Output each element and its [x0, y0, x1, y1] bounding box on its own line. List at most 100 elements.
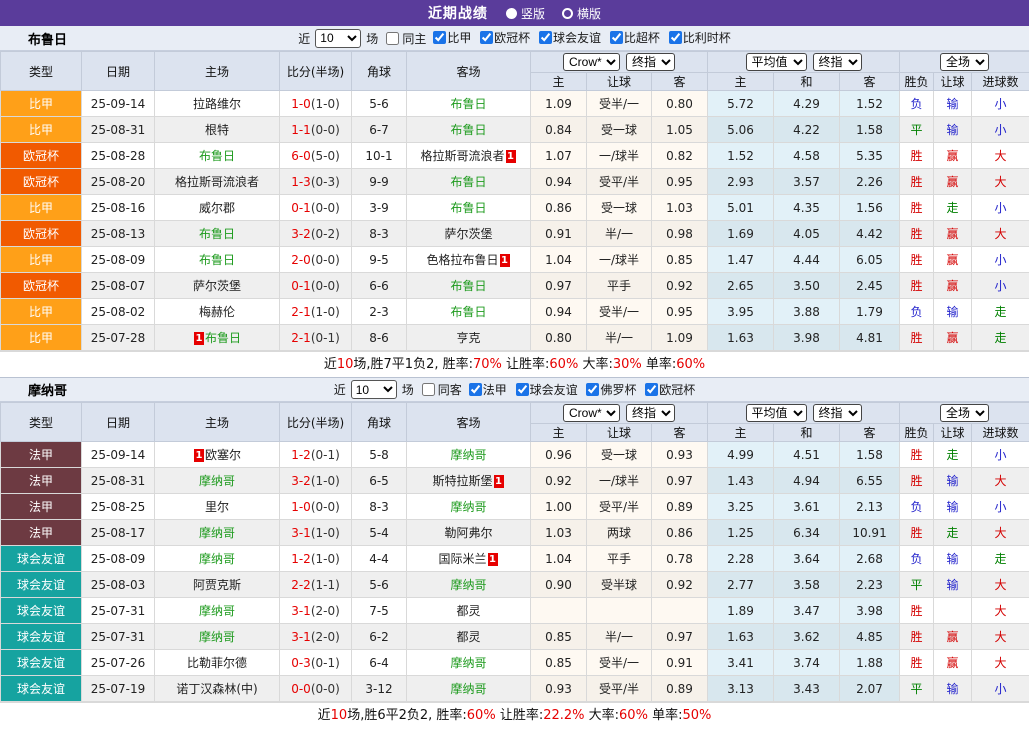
home-team-link[interactable]: 摩纳哥 [199, 552, 235, 566]
score-cell[interactable]: 2-1(0-1) [280, 325, 352, 351]
home-team-link[interactable]: 布鲁日 [205, 331, 241, 345]
score-cell[interactable]: 0-1(0-0) [280, 273, 352, 299]
league-filter-checkbox[interactable]: 法甲 [464, 381, 507, 398]
score-cell[interactable]: 1-0(0-0) [280, 494, 352, 520]
score-cell[interactable]: 3-2(1-0) [280, 468, 352, 494]
league-filter-checkbox[interactable]: 球会友谊 [511, 381, 578, 398]
league-filter-checkbox[interactable]: 比甲 [428, 29, 471, 46]
away-team-link[interactable]: 摩纳哥 [450, 656, 486, 670]
checkbox-input[interactable] [433, 31, 446, 44]
away-team-link[interactable]: 布鲁日 [450, 123, 486, 137]
checkbox-input[interactable] [516, 383, 529, 396]
away-team-link[interactable]: 萨尔茨堡 [444, 227, 492, 241]
away-team-link[interactable]: 都灵 [456, 630, 480, 644]
away-team-link[interactable]: 布鲁日 [450, 305, 486, 319]
avg-draw-cell: 3.50 [774, 273, 840, 299]
home-team-link[interactable]: 拉路维尔 [193, 97, 241, 111]
checkbox-input[interactable] [645, 383, 658, 396]
away-team-link[interactable]: 国际米兰 [438, 552, 486, 566]
home-team-link[interactable]: 摩纳哥 [199, 630, 235, 644]
score-cell[interactable]: 1-2(1-0) [280, 546, 352, 572]
away-team-link[interactable]: 布鲁日 [450, 201, 486, 215]
away-team-link[interactable]: 布鲁日 [450, 175, 486, 189]
layout-radio-option[interactable]: 横版 [562, 5, 601, 22]
checkbox-input[interactable] [586, 383, 599, 396]
scope-select[interactable]: 全场 [940, 404, 989, 422]
home-team-link[interactable]: 布鲁日 [199, 149, 235, 163]
away-team-link[interactable]: 布鲁日 [450, 279, 486, 293]
checkbox-input[interactable] [610, 31, 623, 44]
home-team-link[interactable]: 摩纳哥 [199, 526, 235, 540]
away-team-link[interactable]: 摩纳哥 [450, 500, 486, 514]
same-venue-checkbox[interactable]: 同主 [380, 30, 426, 47]
score-cell[interactable]: 1-0(1-0) [280, 91, 352, 117]
score-cell[interactable]: 2-2(1-1) [280, 572, 352, 598]
score-cell[interactable]: 3-1(2-0) [280, 624, 352, 650]
avg-select[interactable]: 平均值 [746, 404, 807, 422]
checkbox-label: 欧冠杯 [659, 381, 695, 398]
away-team-link[interactable]: 色格拉布鲁日 [426, 253, 498, 267]
home-team-link[interactable]: 根特 [205, 123, 229, 137]
score-cell[interactable]: 2-1(1-0) [280, 299, 352, 325]
scope-select[interactable]: 全场 [940, 53, 989, 71]
avg-draw-cell: 3.62 [774, 624, 840, 650]
away-team-link[interactable]: 勒阿弗尔 [444, 526, 492, 540]
away-team-link[interactable]: 亨克 [456, 331, 480, 345]
away-team-link[interactable]: 斯特拉斯堡 [432, 474, 492, 488]
odds-company-select[interactable]: Crow* [563, 53, 620, 71]
summary-segment: 单率: [648, 708, 683, 723]
home-team-link[interactable]: 阿贾克斯 [193, 578, 241, 592]
score-cell[interactable]: 3-1(2-0) [280, 598, 352, 624]
games-count-select[interactable]: 10 [315, 29, 361, 48]
score-cell[interactable]: 0-0(0-0) [280, 676, 352, 702]
league-filter-checkbox[interactable]: 佛罗杯 [581, 381, 636, 398]
league-filter-checkbox[interactable]: 比超杯 [605, 29, 660, 46]
away-team-link[interactable]: 摩纳哥 [450, 682, 486, 696]
league-filter-checkbox[interactable]: 欧冠杯 [640, 381, 695, 398]
score-cell[interactable]: 0-3(0-1) [280, 650, 352, 676]
same-venue-checkbox[interactable]: 同客 [416, 381, 462, 398]
avg-final-select[interactable]: 终指 [813, 53, 862, 71]
avg-final-select[interactable]: 终指 [813, 404, 862, 422]
home-team-link[interactable]: 布鲁日 [199, 253, 235, 267]
away-team-link[interactable]: 摩纳哥 [450, 578, 486, 592]
score-cell[interactable]: 3-1(1-0) [280, 520, 352, 546]
odds-final-select[interactable]: 终指 [626, 404, 675, 422]
checkbox-input[interactable] [386, 32, 399, 45]
league-filter-checkbox[interactable]: 球会友谊 [534, 29, 601, 46]
score-cell[interactable]: 1-3(0-3) [280, 169, 352, 195]
avg-select[interactable]: 平均值 [746, 53, 807, 71]
league-filter-checkbox[interactable]: 比利时杯 [664, 29, 731, 46]
home-team-link[interactable]: 威尔郡 [199, 201, 235, 215]
away-team-link[interactable]: 都灵 [456, 604, 480, 618]
away-team-link[interactable]: 摩纳哥 [450, 448, 486, 462]
home-team-link[interactable]: 诺丁汉森林(中) [176, 682, 257, 696]
games-count-select[interactable]: 10 [351, 380, 397, 399]
odds-company-select[interactable]: Crow* [563, 404, 620, 422]
odds-final-select[interactable]: 终指 [626, 53, 675, 71]
away-team-link[interactable]: 格拉斯哥流浪者 [420, 149, 504, 163]
score-cell[interactable]: 6-0(5-0) [280, 143, 352, 169]
checkbox-input[interactable] [469, 383, 482, 396]
home-team-link[interactable]: 梅赫伦 [199, 305, 235, 319]
home-team-link[interactable]: 摩纳哥 [199, 604, 235, 618]
home-team-link[interactable]: 比勒菲尔德 [187, 656, 247, 670]
league-filter-checkbox[interactable]: 欧冠杯 [475, 29, 530, 46]
checkbox-input[interactable] [480, 31, 493, 44]
checkbox-input[interactable] [539, 31, 552, 44]
score-cell[interactable]: 1-1(0-0) [280, 117, 352, 143]
score-cell[interactable]: 1-2(0-1) [280, 442, 352, 468]
home-team-link[interactable]: 格拉斯哥流浪者 [175, 175, 259, 189]
home-team-link[interactable]: 萨尔茨堡 [193, 279, 241, 293]
checkbox-input[interactable] [422, 383, 435, 396]
home-team-link[interactable]: 里尔 [205, 500, 229, 514]
home-team-link[interactable]: 布鲁日 [199, 227, 235, 241]
home-team-link[interactable]: 摩纳哥 [199, 474, 235, 488]
score-cell[interactable]: 2-0(0-0) [280, 247, 352, 273]
score-cell[interactable]: 0-1(0-0) [280, 195, 352, 221]
checkbox-input[interactable] [669, 31, 682, 44]
layout-radio-option[interactable]: 竖版 [506, 5, 545, 22]
home-team-link[interactable]: 欧塞尔 [205, 448, 241, 462]
score-cell[interactable]: 3-2(0-2) [280, 221, 352, 247]
away-team-link[interactable]: 布鲁日 [450, 97, 486, 111]
